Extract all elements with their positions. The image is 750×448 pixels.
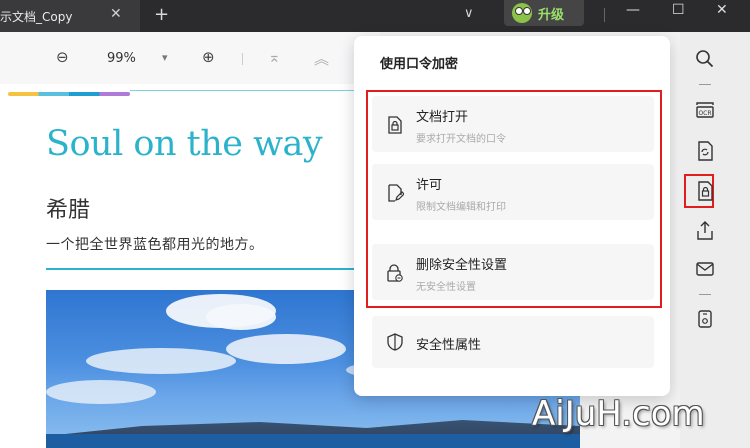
option-description: 限制文档编辑和打印 — [416, 202, 506, 213]
option-description: 无安全性设置 — [416, 282, 476, 293]
zoom-level[interactable]: 99% — [107, 51, 136, 66]
upgrade-button[interactable]: 升级 — [504, 0, 584, 26]
tab-close-icon[interactable]: ✕ — [110, 6, 122, 22]
option-label: 文档打开 — [416, 110, 469, 125]
document-tab[interactable]: 示文档_Copy ✕ — [0, 0, 140, 32]
option-security-properties[interactable]: 安全性属性 — [372, 316, 654, 368]
document-description: 一个把全世界蓝色都用光的地方。 — [46, 237, 264, 253]
mail-icon[interactable] — [694, 258, 716, 280]
compress-icon[interactable] — [694, 308, 716, 330]
maximize-icon[interactable]: ☐ — [672, 2, 685, 18]
document-title: Soul on the way — [46, 124, 323, 164]
shield-icon — [387, 333, 403, 351]
cloud-shape — [226, 334, 346, 364]
security-icon[interactable] — [694, 180, 716, 202]
tab-title: 示文档_Copy — [0, 9, 73, 24]
cloud-shape — [46, 380, 156, 404]
panel-title: 使用口令加密 — [380, 57, 459, 72]
title-bar: 示文档_Copy ✕ + ∨ 升级 — ☐ ✕ — [0, 0, 750, 32]
option-label: 删除安全性设置 — [416, 258, 508, 273]
frog-avatar-icon — [512, 3, 532, 23]
sidebar-divider — [699, 294, 711, 295]
option-remove-security[interactable]: 删除安全性设置 无安全性设置 — [372, 244, 654, 300]
zoom-in-icon[interactable]: ⊕ — [202, 48, 215, 66]
minimize-icon[interactable]: — — [626, 2, 640, 18]
zoom-out-icon[interactable]: ⊖ — [56, 48, 69, 66]
lock-document-icon — [388, 116, 402, 134]
share-icon[interactable] — [694, 220, 716, 242]
security-panel: 使用口令加密 文档打开 要求打开文档的口令 许可 限制文档编辑和打印 删除安全性… — [354, 36, 670, 396]
titlebar-divider — [604, 8, 605, 22]
cloud-shape — [206, 304, 276, 330]
ocr-text: OCR — [698, 110, 711, 117]
option-description: 要求打开文档的口令 — [416, 134, 506, 145]
color-stripe — [8, 92, 130, 96]
option-permissions[interactable]: 许可 限制文档编辑和打印 — [372, 164, 654, 220]
sidebar-divider — [699, 84, 711, 85]
option-label: 许可 — [416, 178, 443, 193]
first-page-icon[interactable]: ⌅ — [268, 48, 281, 66]
new-tab-icon[interactable]: + — [154, 4, 169, 25]
toolbar-divider — [242, 53, 243, 65]
option-label: 安全性属性 — [416, 338, 482, 353]
remove-lock-icon — [387, 264, 403, 282]
search-icon[interactable] — [694, 48, 716, 70]
chevron-down-icon[interactable]: ∨ — [464, 6, 474, 21]
edit-document-icon — [388, 184, 404, 202]
previous-page-icon[interactable]: ︽ — [314, 48, 329, 69]
window-close-icon[interactable]: ✕ — [716, 2, 728, 18]
right-sidebar: OCR — [680, 32, 750, 448]
option-document-open[interactable]: 文档打开 要求打开文档的口令 — [372, 96, 654, 152]
ocr-icon[interactable]: OCR — [694, 100, 716, 122]
upgrade-label: 升级 — [538, 7, 565, 23]
zoom-dropdown-icon[interactable]: ▾ — [162, 51, 168, 64]
document-subtitle: 希腊 — [46, 198, 91, 223]
site-watermark: AiJuH.com — [532, 394, 705, 434]
sea — [46, 434, 580, 448]
cloud-shape — [86, 348, 236, 374]
convert-icon[interactable] — [694, 140, 716, 162]
view-toolbar: ⊖ 99% ▾ ⊕ ⌅ ︽ — [0, 32, 380, 84]
